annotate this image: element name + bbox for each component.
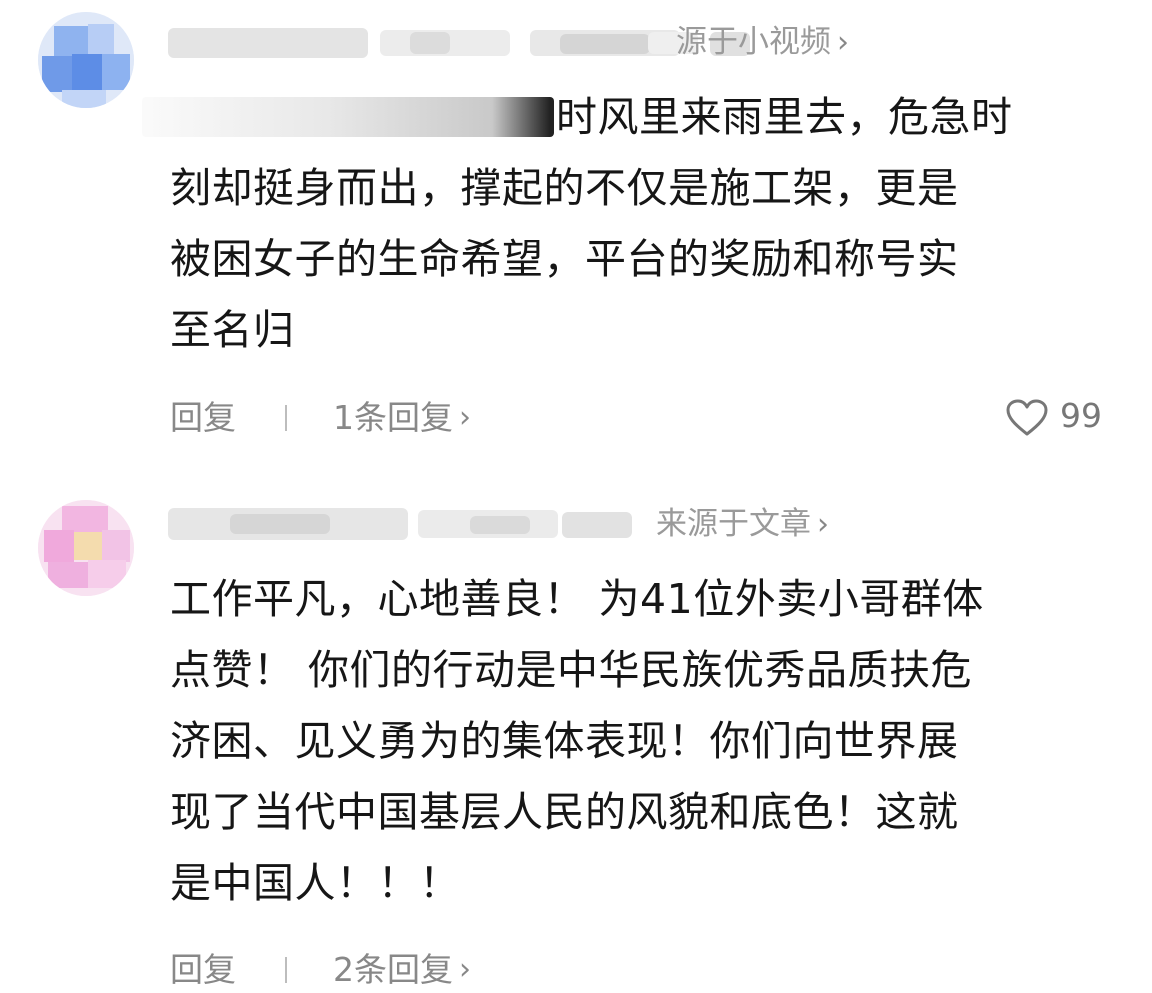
comment-line: 刻却挺身而出，撑起的不仅是施工架，更是 xyxy=(170,164,959,212)
username-redacted xyxy=(168,28,368,58)
comment-line: 被困女子的生命希望，平台的奖励和称号实 xyxy=(170,235,959,283)
comment-line: 时风里来雨里去，危急时 xyxy=(556,93,1013,141)
replies-count-label: 1条回复 xyxy=(333,398,453,438)
chevron-right-icon: › xyxy=(817,507,829,542)
comment-actions: 回复 1条回复 › xyxy=(170,394,471,438)
view-replies-button[interactable]: 1条回复 › xyxy=(333,395,471,441)
comment-item: 来源于文章 › 工作平凡，心地善良！ 为41位外卖小哥群体 点赞！ 你们的行动是中… xyxy=(0,470,1152,993)
comment-line: 点赞！ 你们的行动是中华民族优秀品质扶危 xyxy=(170,646,973,694)
comment-item: 源于小视频 › 时风里来雨里去，危急时 刻却挺身而出，撑起的不仅是施工架，更是 被… xyxy=(0,0,1152,470)
source-link[interactable]: 来源于文章 › xyxy=(656,504,829,545)
view-replies-button[interactable]: 2条回复 › xyxy=(333,947,471,993)
divider xyxy=(284,404,287,431)
comment-line: 是中国人！！！ xyxy=(170,859,461,907)
redacted-text-mask xyxy=(142,97,554,137)
meta-redacted xyxy=(230,514,330,534)
comment-meta: 来源于文章 › xyxy=(168,504,890,545)
like-button[interactable]: 99 xyxy=(1006,394,1102,438)
avatar[interactable] xyxy=(38,500,134,596)
meta-redacted xyxy=(410,32,450,54)
heart-icon xyxy=(1006,399,1048,435)
chevron-right-icon: › xyxy=(459,400,471,436)
meta-redacted xyxy=(562,512,632,538)
comment-line: 工作平凡，心地善良！ 为41位外卖小哥群体 xyxy=(170,575,984,623)
comment-line: 现了当代中国基层人民的风貌和底色！这就 xyxy=(170,788,959,836)
divider xyxy=(284,956,287,983)
source-label: 来源于文章 xyxy=(656,506,811,542)
avatar[interactable] xyxy=(38,12,134,108)
reply-button[interactable]: 回复 xyxy=(170,396,236,440)
comment-actions: 回复 2条回复 › xyxy=(170,946,471,990)
comment-text: 工作平凡，心地善良！ 为41位外卖小哥群体 点赞！ 你们的行动是中华民族优秀品质… xyxy=(170,564,1100,919)
comment-line: 济困、见义勇为的集体表现！你们向世界展 xyxy=(170,717,959,765)
chevron-right-icon: › xyxy=(837,25,849,60)
comment-line: 至名归 xyxy=(170,306,295,354)
meta-redacted xyxy=(560,34,650,54)
chevron-right-icon: › xyxy=(459,952,471,988)
comment-text: 时风里来雨里去，危急时 刻却挺身而出，撑起的不仅是施工架，更是 被困女子的生命希… xyxy=(142,82,1100,366)
comment-meta: 源于小视频 › xyxy=(168,22,890,63)
replies-count-label: 2条回复 xyxy=(333,950,453,990)
meta-redacted xyxy=(470,516,530,534)
source-link[interactable]: 源于小视频 › xyxy=(676,22,849,63)
source-label: 源于小视频 xyxy=(676,24,831,60)
reply-button[interactable]: 回复 xyxy=(170,948,236,992)
like-count: 99 xyxy=(1060,396,1102,435)
